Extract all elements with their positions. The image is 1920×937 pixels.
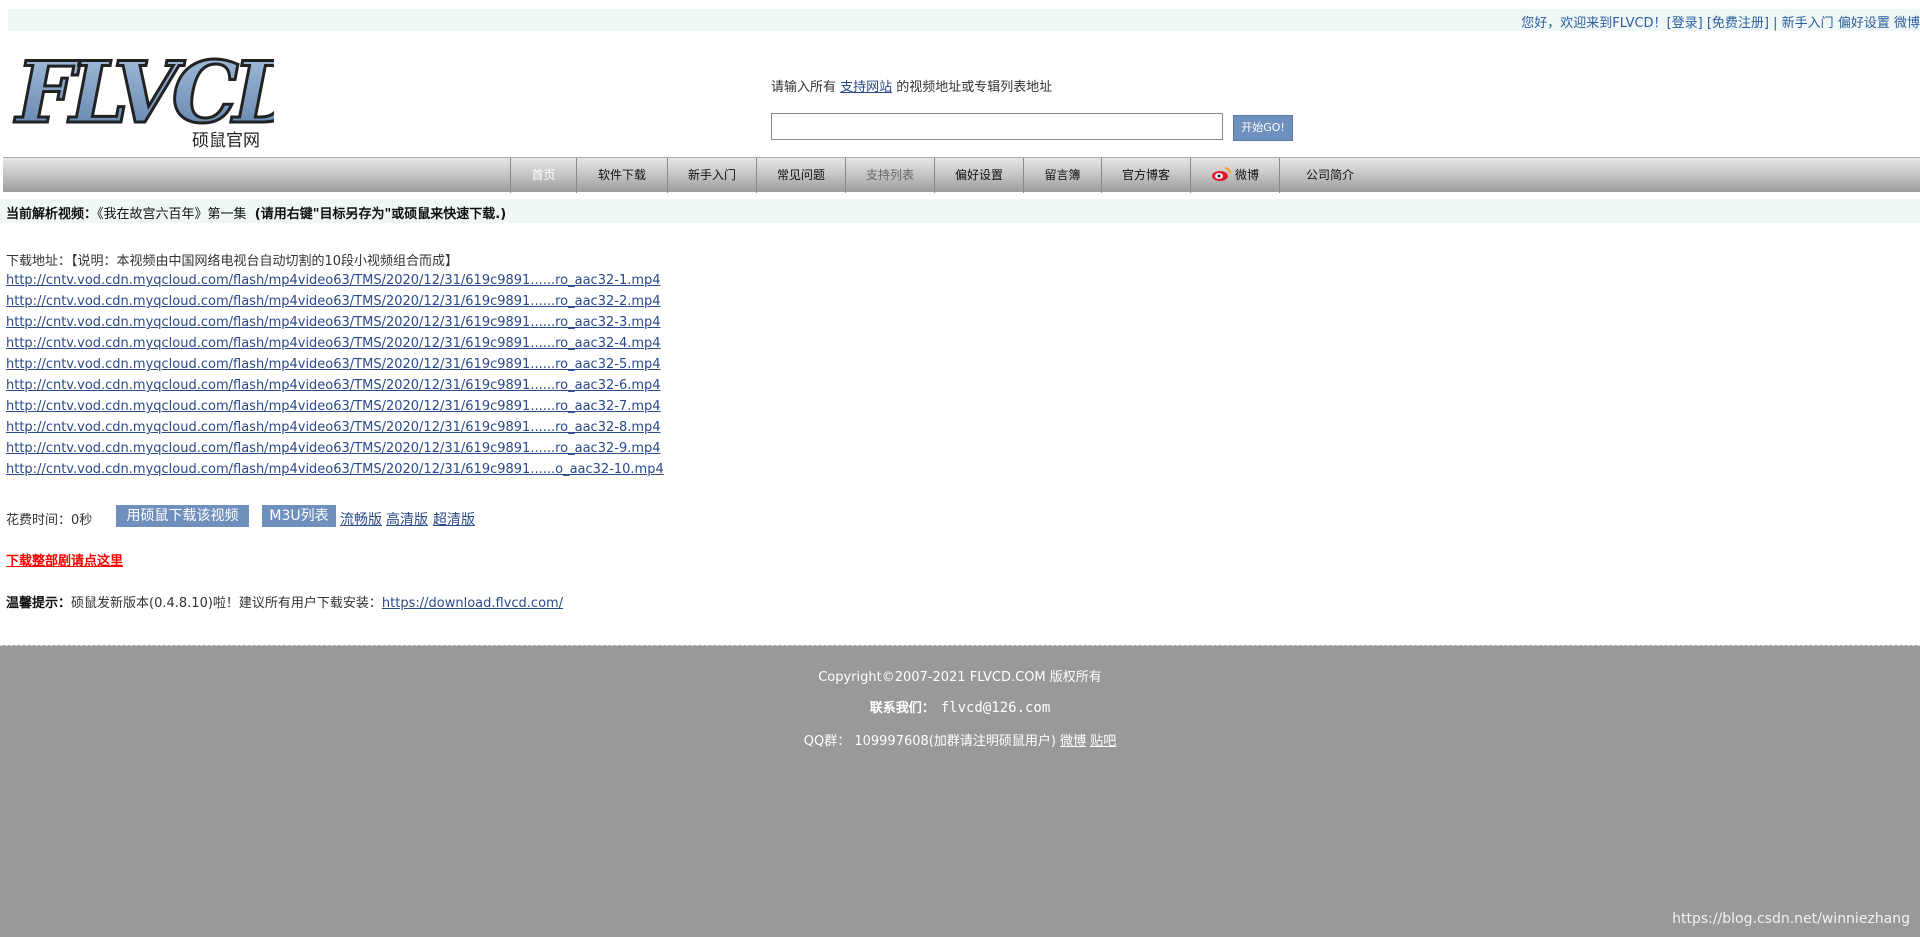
download-link-7[interactable]: http://cntv.vod.cdn.myqcloud.com/flash/m…: [6, 396, 664, 417]
qq-group: QQ群： 109997608(加群请注明硕鼠用户): [803, 734, 1061, 749]
download-link-8[interactable]: http://cntv.vod.cdn.myqcloud.com/flash/m…: [6, 417, 664, 438]
download-link-6[interactable]: http://cntv.vod.cdn.myqcloud.com/flash/m…: [6, 375, 664, 396]
register-link[interactable]: [免费注册]: [1707, 16, 1769, 31]
prefs-link[interactable]: 偏好设置: [1838, 16, 1890, 31]
download-link-list: http://cntv.vod.cdn.myqcloud.com/flash/m…: [6, 270, 664, 480]
download-link-5[interactable]: http://cntv.vod.cdn.myqcloud.com/flash/m…: [6, 354, 664, 375]
weibo-link[interactable]: 微博: [1894, 16, 1920, 31]
download-link-9[interactable]: http://cntv.vod.cdn.myqcloud.com/flash/m…: [6, 438, 664, 459]
copyright: Copyright©2007-2021 FLVCD.COM 版权所有: [818, 670, 1102, 685]
tip-text: 硕鼠发新版本(0.4.8.10)啦！建议所有用户下载安装：: [71, 596, 382, 611]
url-input[interactable]: [771, 113, 1223, 140]
supported-sites-link[interactable]: 支持网站: [840, 80, 892, 95]
footer: Copyright©2007-2021 FLVCD.COM 版权所有 联系我们：…: [0, 645, 1920, 937]
video-title: 《我在故宫六百年》第一集: [97, 207, 247, 222]
qq-line: QQ群： 109997608(加群请注明硕鼠用户) 微博 贴吧: [0, 730, 1920, 749]
time-spent: 花费时间：0秒: [6, 513, 93, 528]
save-note: (请用右键"目标另存为"或硕鼠来快速下载.): [254, 207, 507, 222]
nav-item-prefs[interactable]: 偏好设置: [935, 158, 1024, 193]
top-links: 您好，欢迎来到FLVCD！[登录] [免费注册] | 新手入门 偏好设置 微博: [1521, 12, 1920, 31]
nav-item-download[interactable]: 软件下载: [577, 158, 668, 193]
download-note: 【说明：本视频由中国网络电视台自动切割的10段小视频组合而成】: [71, 254, 459, 269]
nav-item-home[interactable]: 首页: [511, 158, 577, 193]
nav-item-support-list[interactable]: 支持列表: [846, 158, 935, 193]
nav-item-faq[interactable]: 常见问题: [757, 158, 846, 193]
current-video-bar: 当前解析视频：《我在故宫六百年》第一集 (请用右键"目标另存为"或硕鼠来快速下载…: [0, 199, 1920, 223]
watermark: https://blog.csdn.net/winniezhang: [1672, 911, 1910, 927]
download-link-3[interactable]: http://cntv.vod.cdn.myqcloud.com/flash/m…: [6, 312, 664, 333]
newbie-link[interactable]: 新手入门: [1782, 16, 1834, 31]
m3u-list-button[interactable]: M3U列表: [262, 505, 336, 527]
nav-item-blog[interactable]: 官方博客: [1102, 158, 1191, 193]
download-link-1[interactable]: http://cntv.vod.cdn.myqcloud.com/flash/m…: [6, 270, 664, 291]
nav-item-about[interactable]: 公司简介: [1280, 158, 1380, 193]
download-link-4[interactable]: http://cntv.vod.cdn.myqcloud.com/flash/m…: [6, 333, 664, 354]
footer-weibo-link[interactable]: 微博: [1060, 734, 1086, 749]
login-link[interactable]: [登录]: [1667, 16, 1703, 31]
flvcd-download-button[interactable]: 用硕鼠下载该视频: [116, 505, 249, 527]
smooth-quality-link[interactable]: 流畅版: [340, 509, 382, 529]
logo-subtitle: 硕鼠官网: [192, 131, 260, 151]
contact-line: 联系我们： flvcd@126.com: [869, 700, 1051, 716]
contact-email: flvcd@126.com: [940, 700, 1051, 716]
super-hd-quality-link[interactable]: 超清版: [433, 509, 475, 529]
tip-download-link[interactable]: https://download.flvcd.com/: [382, 596, 563, 611]
footer-tieba-link[interactable]: 贴吧: [1090, 734, 1116, 749]
tip-label: 温馨提示：: [6, 596, 72, 611]
download-series-link[interactable]: 下载整部剧请点这里: [6, 550, 123, 569]
separator: |: [1769, 16, 1782, 31]
nav-item-guestbook[interactable]: 留言簿: [1024, 158, 1102, 193]
go-button[interactable]: 开始GO!: [1233, 115, 1293, 141]
download-link-10[interactable]: http://cntv.vod.cdn.myqcloud.com/flash/m…: [6, 459, 664, 480]
hd-quality-link[interactable]: 高清版: [386, 509, 428, 529]
main-nav: 首页 软件下载 新手入门 常见问题 支持列表 偏好设置 留言簿 官方博客 微博 …: [3, 157, 1920, 193]
tip-line: 温馨提示：硕鼠发新版本(0.4.8.10)啦！建议所有用户下载安装：https:…: [6, 592, 563, 611]
current-label: 当前解析视频：: [6, 207, 98, 222]
welcome-text: 您好，欢迎来到FLVCD！: [1521, 16, 1667, 31]
top-bar: 您好，欢迎来到FLVCD！[登录] [免费注册] | 新手入门 偏好设置 微博: [8, 9, 1920, 31]
search-hint: 请输入所有 支持网站 的视频地址或专辑列表地址: [771, 80, 1053, 95]
weibo-icon: [1211, 167, 1231, 181]
download-label: 下载地址：【说明：本视频由中国网络电视台自动切割的10段小视频组合而成】: [6, 254, 459, 269]
download-link-2[interactable]: http://cntv.vod.cdn.myqcloud.com/flash/m…: [6, 291, 664, 312]
nav-item-newbie[interactable]: 新手入门: [668, 158, 757, 193]
nav-item-weibo[interactable]: 微博: [1191, 158, 1280, 193]
